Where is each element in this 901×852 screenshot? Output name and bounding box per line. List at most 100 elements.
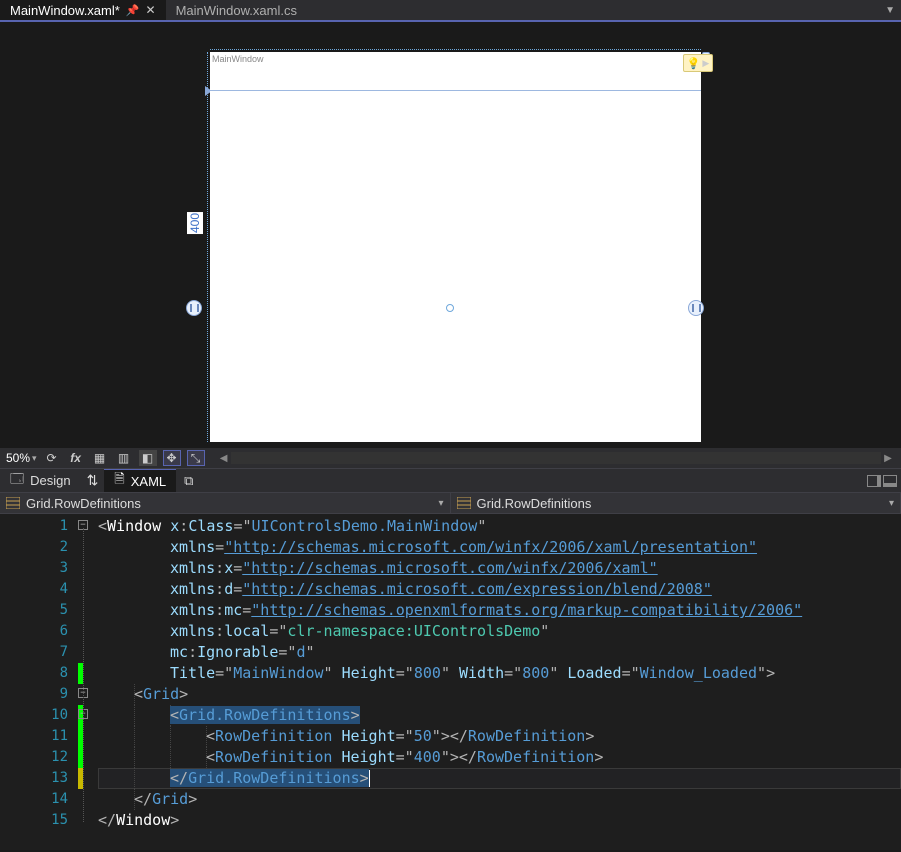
code-token: > (594, 748, 603, 766)
code-token: " (305, 643, 314, 661)
design-window[interactable]: MainWindow (210, 52, 701, 442)
grid-row-separator[interactable] (210, 90, 701, 91)
split-horizontal-icon[interactable] (883, 475, 897, 487)
code-token: Title (170, 664, 215, 682)
code-token: Grid.RowDefinitions (188, 769, 360, 787)
code-token: : (179, 517, 188, 535)
code-line[interactable]: xmlns:d="http://schemas.microsoft.com/ex… (98, 579, 901, 600)
close-icon[interactable]: ✕ (146, 3, 156, 17)
code-token: " (477, 517, 486, 535)
code-line[interactable]: xmlns:mc="http://schemas.openxmlformats.… (98, 600, 901, 621)
code-token: "http://schemas.microsoft.com/winfx/2006… (242, 559, 657, 577)
xaml-code-editor[interactable]: 123456789101112131415 −−− <Window x:Clas… (0, 514, 901, 850)
effects-toggle-icon[interactable]: fx (67, 450, 85, 466)
code-token: < (206, 748, 215, 766)
code-token: : (215, 601, 224, 619)
swap-panes-icon[interactable]: ⇅ (81, 469, 105, 492)
code-token: > (360, 769, 369, 787)
popout-icon[interactable]: ⧉ (176, 469, 201, 492)
code-line[interactable]: <RowDefinition Height="50"></RowDefiniti… (98, 726, 901, 747)
tab-active[interactable]: MainWindow.xaml* 📌 ✕ (0, 0, 166, 20)
code-token: </ (170, 769, 188, 787)
code-line[interactable]: xmlns:x="http://schemas.microsoft.com/wi… (98, 558, 901, 579)
tab-inactive[interactable]: MainWindow.xaml.cs (166, 0, 307, 20)
code-line[interactable]: <Window x:Class="UIControlsDemo.MainWind… (98, 516, 901, 537)
code-line[interactable]: xmlns="http://schemas.microsoft.com/winf… (98, 537, 901, 558)
code-token: 800 (522, 664, 549, 682)
code-token: < (206, 727, 215, 745)
tool-toggle-1[interactable]: ◧ (139, 450, 157, 466)
code-token: < (98, 517, 107, 535)
code-token: =" (396, 727, 414, 745)
code-line[interactable]: Title="MainWindow" Height="800" Width="8… (98, 663, 901, 684)
lightbulb-quick-actions[interactable]: 💡 ▶ (683, 54, 713, 72)
zoom-dropdown[interactable]: 50% ▾ (6, 451, 37, 465)
code-token: ></ (441, 727, 468, 745)
code-token: > (585, 727, 594, 745)
chevron-down-icon: ▾ (889, 498, 894, 509)
context-scope-dropdown[interactable]: Grid.RowDefinitions ▾ (0, 493, 451, 513)
code-token: "http://schemas.microsoft.com/expression… (242, 580, 712, 598)
designer-code-split-tabs: 🗔 Design ⇅ 🗎 XAML ⧉ (0, 468, 901, 492)
outline-column[interactable]: −−− (78, 514, 98, 850)
code-token: RowDefinition (468, 727, 585, 745)
code-line[interactable]: mc:Ignorable="d" (98, 642, 901, 663)
code-token: > (351, 706, 360, 724)
grid-definitions-icon (6, 497, 20, 509)
tab-xaml[interactable]: 🗎 XAML (104, 469, 176, 492)
document-tabstrip: MainWindow.xaml* 📌 ✕ MainWindow.xaml.cs … (0, 0, 901, 22)
code-token: > (170, 811, 179, 829)
refresh-icon[interactable]: ⟳ (43, 450, 61, 466)
code-line[interactable]: </Grid.RowDefinitions> (98, 768, 901, 789)
horizontal-scrollbar[interactable]: ◀ ▶ (217, 451, 895, 465)
code-line[interactable]: </Window> (98, 810, 901, 831)
grid-snap-icon[interactable]: ▦ (91, 450, 109, 466)
snap-lines-icon[interactable]: ▥ (115, 450, 133, 466)
code-token: "http://schemas.openxmlformats.org/marku… (251, 601, 802, 619)
chevron-down-icon: ▾ (32, 453, 37, 464)
resize-handle-right[interactable] (688, 300, 704, 316)
xaml-context-bars: Grid.RowDefinitions ▾ Grid.RowDefinition… (0, 492, 901, 514)
code-token: =" (215, 664, 233, 682)
code-line[interactable]: <RowDefinition Height="400"></RowDefinit… (98, 747, 901, 768)
code-area[interactable]: <Window x:Class="UIControlsDemo.MainWind… (98, 514, 901, 850)
code-token: =" (233, 517, 251, 535)
scroll-left-icon[interactable]: ◀ (217, 453, 231, 464)
code-token: local (224, 622, 269, 640)
xaml-designer-surface[interactable]: MainWindow 400 💡 ▶ (0, 22, 901, 448)
code-line[interactable]: <Grid> (98, 684, 901, 705)
code-line[interactable]: </Grid> (98, 789, 901, 810)
scroll-track[interactable] (231, 452, 881, 464)
code-line[interactable]: xmlns:local="clr-namespace:UIControlsDem… (98, 621, 901, 642)
context-scope-text: Grid.RowDefinitions (26, 496, 141, 511)
code-token: 400 (414, 748, 441, 766)
code-token: "http://schemas.microsoft.com/winfx/2006… (224, 538, 757, 556)
context-member-dropdown[interactable]: Grid.RowDefinitions ▾ (451, 493, 901, 513)
scroll-right-icon[interactable]: ▶ (881, 453, 895, 464)
row-height-label[interactable]: 400 (187, 212, 203, 234)
select-tool-icon[interactable]: ⤡ (187, 450, 205, 466)
lightbulb-icon: 💡 (687, 57, 701, 70)
tab-overflow[interactable]: ▼ (879, 0, 901, 20)
pan-tool-icon[interactable]: ✥ (163, 450, 181, 466)
code-token: : (215, 622, 224, 640)
code-token: Grid.RowDefinitions (179, 706, 351, 724)
tab-design[interactable]: 🗔 Design (0, 469, 81, 492)
code-token: clr-namespace:UIControlsDemo (287, 622, 540, 640)
code-line[interactable]: <Grid.RowDefinitions> (98, 705, 901, 726)
resize-handle-left[interactable] (186, 300, 202, 316)
line-number: 5 (0, 600, 78, 621)
code-token: Height (341, 727, 395, 745)
line-number: 13 (0, 768, 78, 789)
line-number: 15 (0, 810, 78, 831)
code-token: : (188, 643, 197, 661)
line-number: 7 (0, 642, 78, 663)
split-vertical-icon[interactable] (867, 475, 881, 487)
line-number: 12 (0, 747, 78, 768)
pin-icon[interactable]: 📌 (126, 4, 140, 17)
line-number: 14 (0, 789, 78, 810)
tab-inactive-label: MainWindow.xaml.cs (176, 3, 297, 18)
code-token: d (224, 580, 233, 598)
code-token: xmlns (170, 580, 215, 598)
line-number: 2 (0, 537, 78, 558)
